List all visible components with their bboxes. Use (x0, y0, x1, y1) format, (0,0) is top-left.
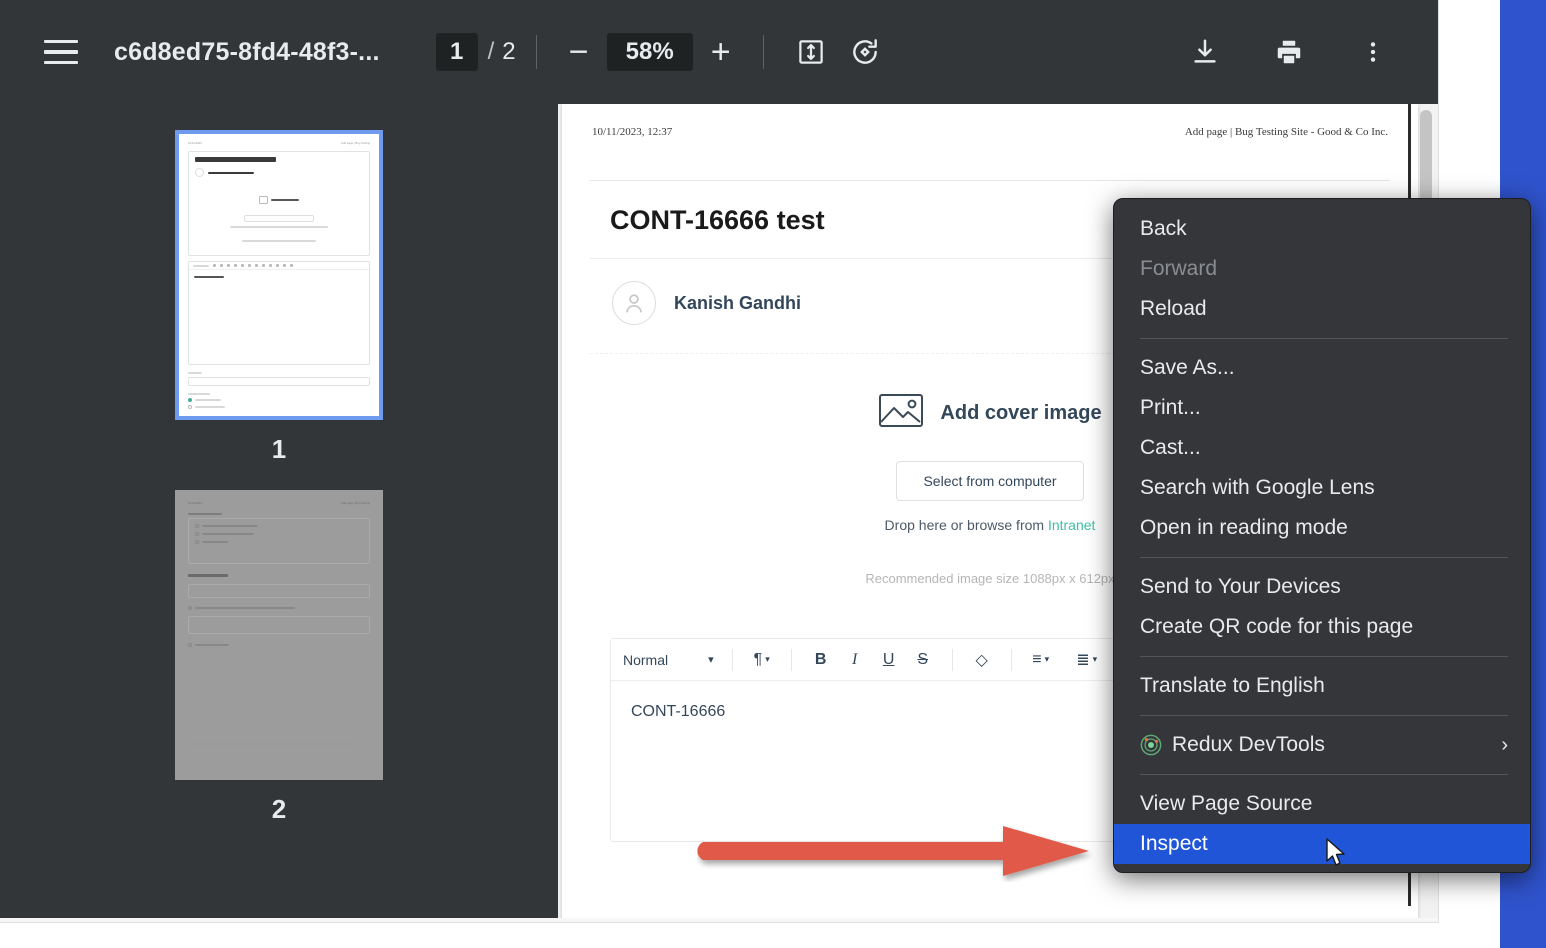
context-menu-item-label: Redux DevTools (1172, 733, 1325, 757)
context-menu-item-inspect[interactable]: Inspect (1114, 824, 1530, 864)
context-menu-item-label: Translate to English (1140, 674, 1325, 698)
zoom-controls: − 58% + (557, 30, 743, 74)
toolbar-divider-1 (536, 35, 537, 69)
page-count: 2 (502, 38, 515, 66)
fit-to-page-icon[interactable] (784, 25, 838, 79)
rotate-counterclockwise-icon[interactable] (838, 25, 892, 79)
hamburger-menu-icon[interactable] (34, 25, 88, 79)
page-thumbnail-label-2: 2 (175, 794, 383, 825)
paragraph-format-icon[interactable]: ¶▾ (745, 651, 779, 669)
download-icon[interactable] (1178, 25, 1232, 79)
align-icon[interactable]: ≡▾ (1024, 651, 1058, 669)
select-from-computer-button[interactable]: Select from computer (896, 461, 1083, 501)
italic-icon[interactable]: I (838, 651, 872, 669)
context-menu-item-label: Save As... (1140, 356, 1235, 380)
context-menu-item-label: Inspect (1140, 832, 1208, 856)
context-menu-item-open-in-reading-mode[interactable]: Open in reading mode (1114, 508, 1530, 548)
page-number-input[interactable] (436, 33, 478, 71)
submenu-chevron-right-icon: › (1501, 734, 1508, 757)
page-thumbnail-1[interactable]: 10/11/2023Add page | Bug Testing (175, 130, 383, 465)
context-menu-separator (1140, 774, 1508, 775)
print-header-date: 10/11/2023, 12:37 (592, 126, 672, 138)
person-avatar-icon (612, 281, 656, 325)
context-menu-item-translate-to-english[interactable]: Translate to English (1114, 666, 1530, 706)
bold-icon[interactable]: B (804, 651, 838, 669)
print-header-title: Add page | Bug Testing Site - Good & Co … (1185, 126, 1388, 138)
context-menu-separator (1140, 656, 1508, 657)
context-menu-item-label: Print... (1140, 396, 1201, 420)
indent-icon[interactable]: ≣▾ (1070, 650, 1104, 670)
context-menu-item-label: Back (1140, 217, 1187, 241)
intranet-link[interactable]: Intranet (1048, 517, 1095, 533)
context-menu-item-print[interactable]: Print... (1114, 388, 1530, 428)
context-menu-item-label: Search with Google Lens (1140, 476, 1375, 500)
strikethrough-icon[interactable]: S (906, 651, 940, 669)
mouse-cursor (1325, 838, 1347, 868)
page-thumbnail-label-1: 1 (175, 434, 383, 465)
context-menu-separator (1140, 715, 1508, 716)
pdf-toolbar: c6d8ed75-8fd4-48f3-... / 2 − 58% + (0, 0, 1438, 104)
context-menu-item-label: Cast... (1140, 436, 1201, 460)
toolbar-divider-2 (763, 35, 764, 69)
context-menu-item-view-page-source[interactable]: View Page Source (1114, 784, 1530, 824)
context-menu-separator (1140, 557, 1508, 558)
underline-icon[interactable]: U (872, 651, 906, 669)
context-menu-item-send-to-your-devices[interactable]: Send to Your Devices (1114, 567, 1530, 607)
thumbnail-sidebar[interactable]: 10/11/2023Add page | Bug Testing (0, 104, 558, 918)
cover-image-title: Add cover image (940, 402, 1101, 425)
context-menu-item-redux-devtools[interactable]: Redux DevTools › (1114, 725, 1530, 765)
text-style-value: Normal (623, 652, 668, 668)
print-icon[interactable] (1262, 25, 1316, 79)
context-menu-item-label: Send to Your Devices (1140, 575, 1341, 599)
pdf-document-title: c6d8ed75-8fd4-48f3-... (114, 38, 380, 67)
context-menu-item-label: Forward (1140, 257, 1217, 281)
redux-devtools-icon (1140, 734, 1172, 756)
picture-placeholder-icon (878, 392, 924, 435)
context-menu-item-forward: Forward (1114, 249, 1530, 289)
author-name: Kanish Gandhi (674, 293, 801, 314)
thumbnail-mini-page-1: 10/11/2023Add page | Bug Testing (179, 134, 379, 416)
context-menu-item-back[interactable]: Back (1114, 209, 1530, 249)
context-menu-item-search-with-google-lens[interactable]: Search with Google Lens (1114, 468, 1530, 508)
context-menu-item-label: View Page Source (1140, 792, 1312, 816)
context-menu-item-label: Create QR code for this page (1140, 615, 1413, 639)
context-menu-item-label: Open in reading mode (1140, 516, 1348, 540)
screenshot-root: c6d8ed75-8fd4-48f3-... / 2 − 58% + (0, 0, 1546, 948)
context-menu[interactable]: Back Forward Reload Save As... Print... Cast.… (1113, 198, 1531, 873)
zoom-level-value[interactable]: 58% (607, 33, 693, 71)
page-separator: / (488, 38, 495, 66)
context-menu-item-create-qr-code-for-this-page[interactable]: Create QR code for this page (1114, 607, 1530, 647)
drop-hint-prefix: Drop here or browse from (885, 517, 1048, 533)
context-menu-item-save-as[interactable]: Save As... (1114, 348, 1530, 388)
context-menu-separator (1140, 338, 1508, 339)
more-vertical-icon[interactable] (1346, 25, 1400, 79)
page-navigation: / 2 (436, 33, 516, 71)
red-pointer-arrow (697, 820, 1097, 882)
print-header: 10/11/2023, 12:37 Add page | Bug Testing… (562, 104, 1418, 138)
zoom-out-button[interactable]: − (557, 30, 601, 74)
context-menu-item-cast[interactable]: Cast... (1114, 428, 1530, 468)
thumbnail-mini-page-2: 10/11/2023Add page | Bug Testing (179, 494, 379, 776)
page-thumbnail-2[interactable]: 10/11/2023Add page | Bug Testing (175, 490, 383, 825)
zoom-in-button[interactable]: + (699, 30, 743, 74)
context-menu-item-label: Reload (1140, 297, 1207, 321)
text-style-select[interactable]: Normal ▾ (623, 652, 720, 668)
context-menu-item-reload[interactable]: Reload (1114, 289, 1530, 329)
text-color-icon[interactable]: ◇ (965, 650, 999, 670)
chevron-down-icon: ▾ (708, 653, 714, 666)
